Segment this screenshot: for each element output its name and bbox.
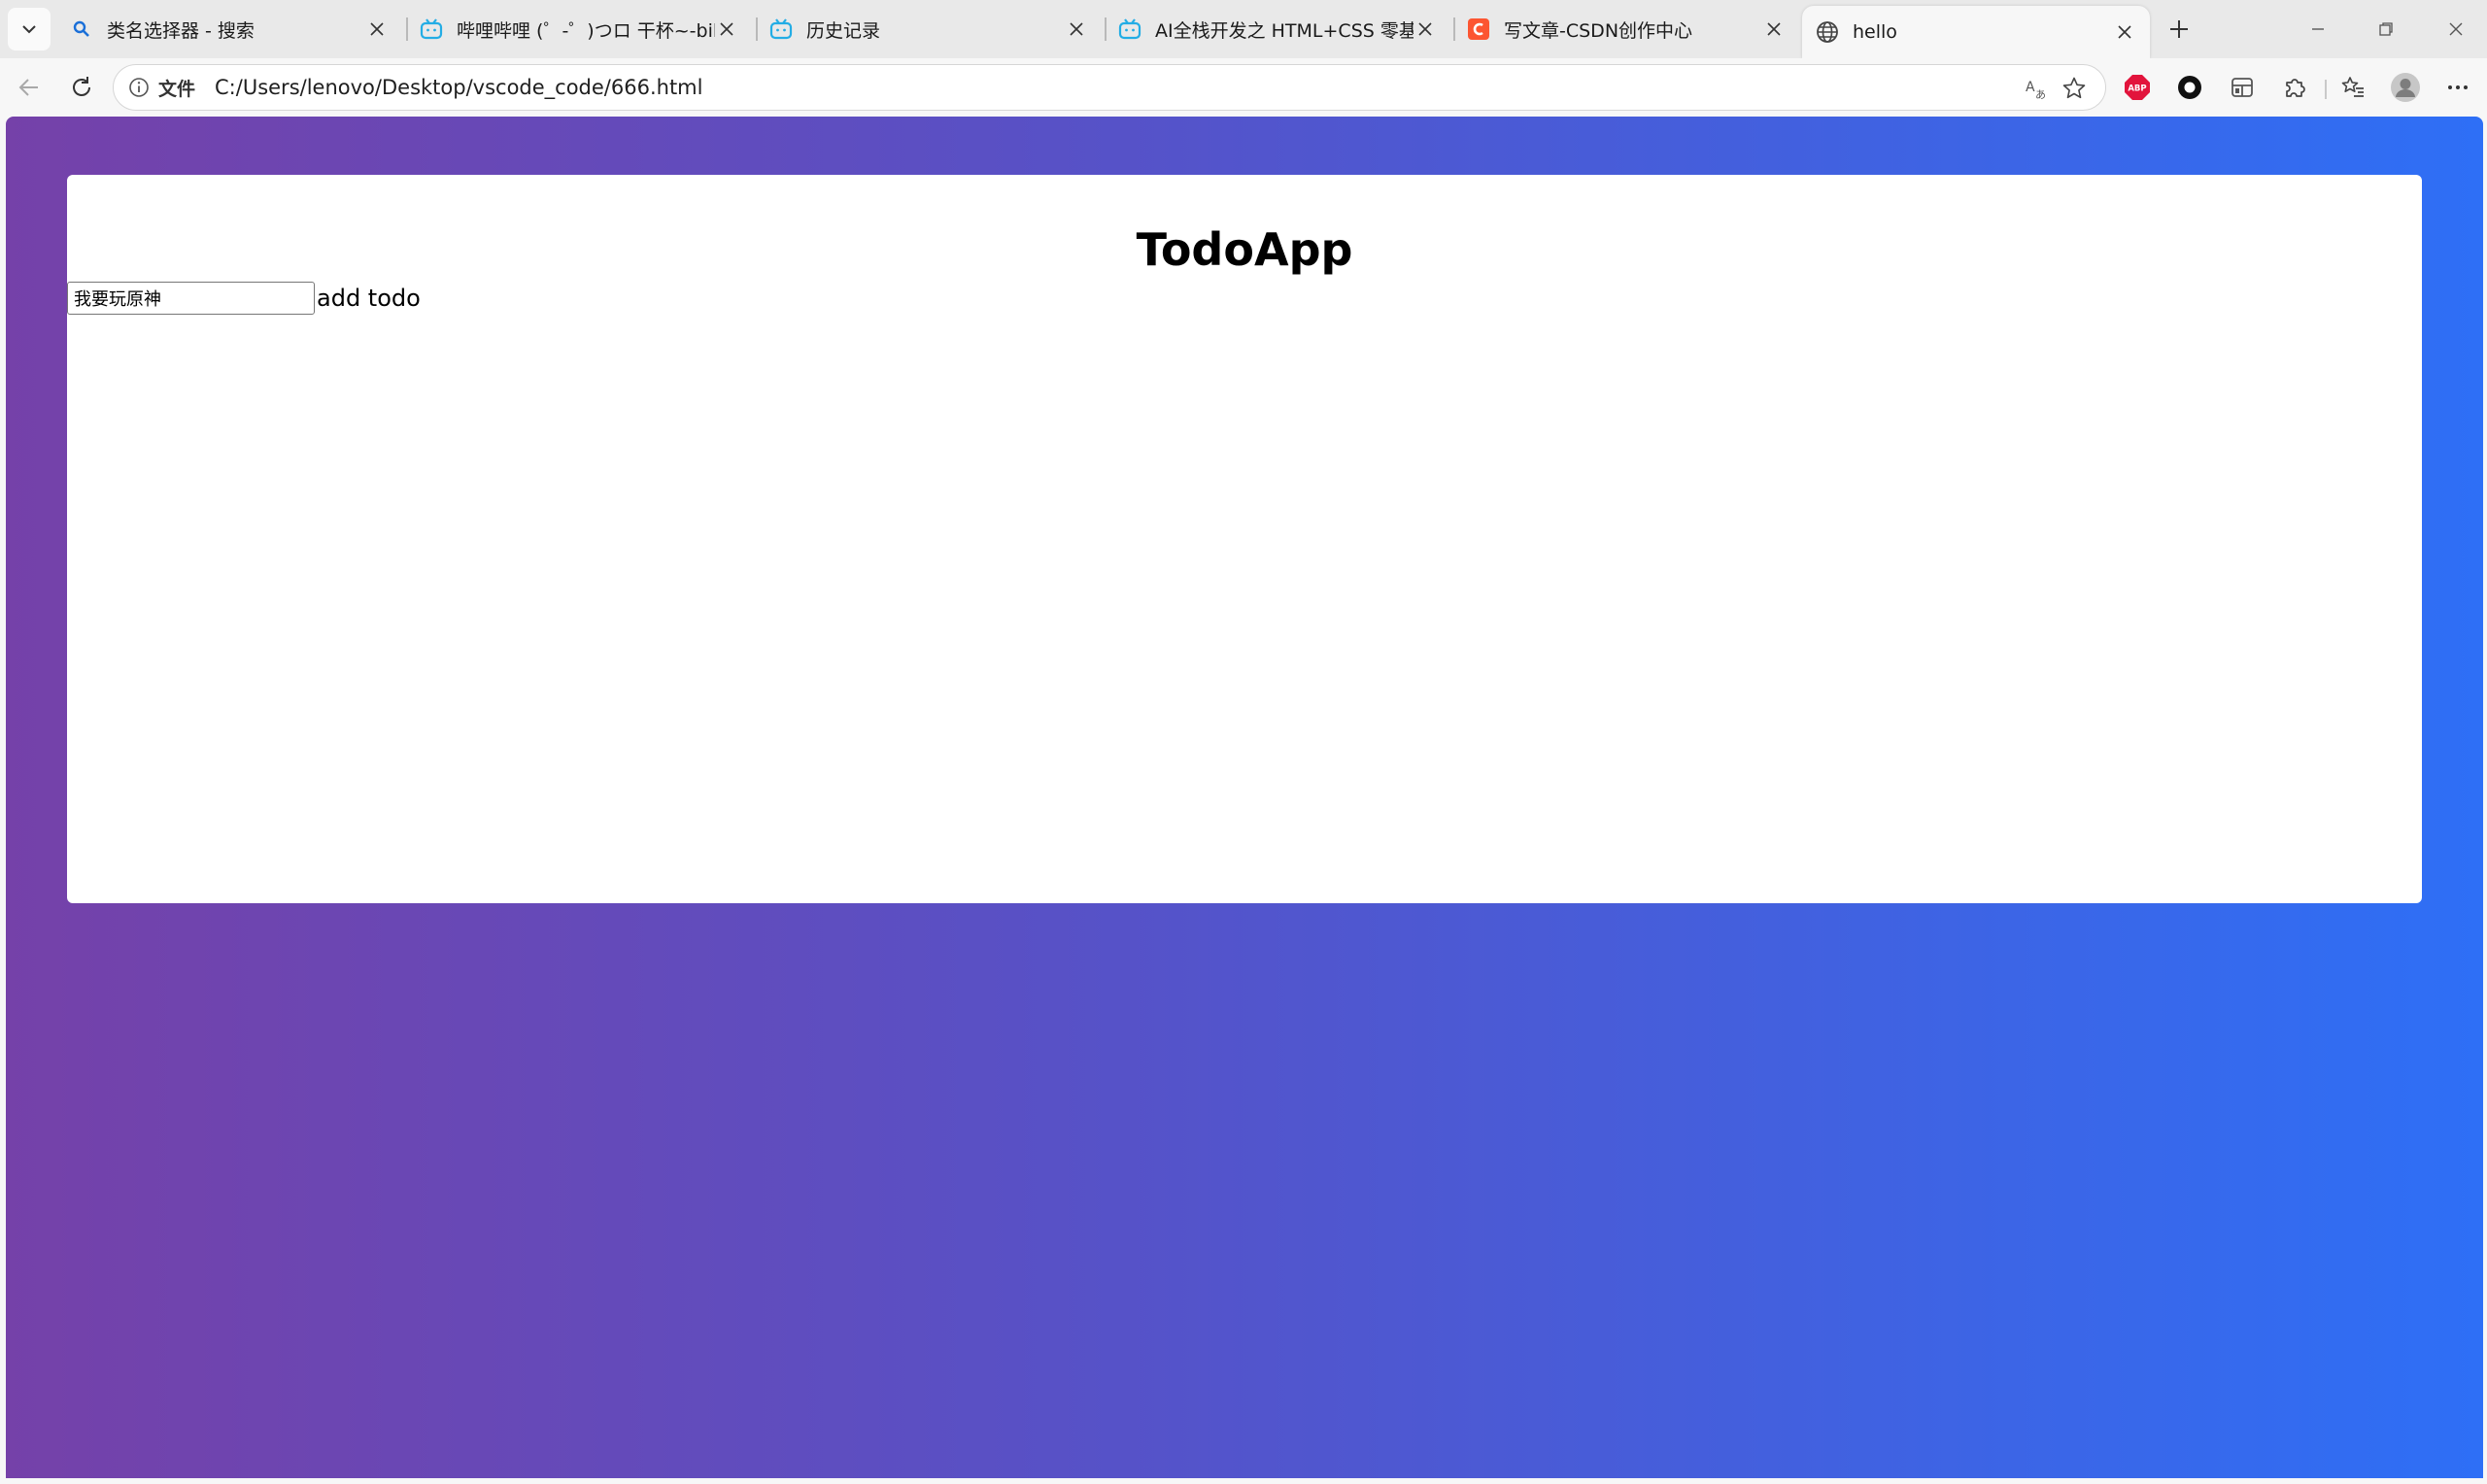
favorites-button[interactable] (2332, 66, 2374, 109)
avatar-icon (2391, 73, 2420, 102)
search-icon (70, 17, 93, 41)
arrow-left-icon (18, 79, 38, 96)
translate-icon[interactable]: Aあ (2024, 75, 2051, 102)
tab-title: 历史记录 (806, 19, 881, 42)
profile-button[interactable] (2384, 66, 2427, 109)
back-button[interactable] (8, 66, 51, 109)
extensions-button[interactable] (2273, 66, 2316, 109)
minimize-icon (2312, 28, 2324, 30)
toolbar-divider (2325, 80, 2327, 99)
more-options-button[interactable] (2436, 66, 2479, 109)
adblock-plus-button[interactable]: ABP (2116, 66, 2159, 109)
close-icon[interactable] (715, 17, 738, 41)
close-icon[interactable] (365, 17, 389, 41)
address-bar[interactable]: 文件 C:/Users/lenovo/Desktop/vscode_code/6… (113, 64, 2106, 111)
window-bottom-edge (0, 1478, 2487, 1484)
tab-hello[interactable]: hello (1802, 6, 2150, 58)
bilibili-icon (1118, 17, 1141, 41)
minimize-button[interactable] (2295, 8, 2341, 51)
todo-card: TodoApp add todo (67, 175, 2422, 903)
more-horizontal-icon (2448, 85, 2468, 89)
new-tab-button[interactable] (2160, 10, 2198, 49)
tab-history[interactable]: 历史记录 (756, 8, 1102, 51)
address-url[interactable]: C:/Users/lenovo/Desktop/vscode_code/666.… (215, 76, 702, 99)
tab-course[interactable]: AI全栈开发之 HTML+CSS 零基础入门 (1105, 8, 1450, 51)
plus-icon (2170, 20, 2188, 38)
add-todo-button[interactable]: add todo (315, 285, 423, 312)
tab-title: hello (1853, 21, 1897, 43)
tab-title: AI全栈开发之 HTML+CSS 零基础入门 (1155, 19, 1414, 42)
page-title: TodoApp (1136, 223, 1353, 276)
reload-icon (73, 77, 90, 96)
info-icon[interactable] (127, 76, 151, 99)
close-window-button[interactable] (2433, 8, 2479, 51)
tab-title: 哔哩哔哩 (゜-゜)つロ 干杯~-bilibili (457, 19, 715, 42)
bilibili-icon (769, 17, 793, 41)
toolbar: 文件 C:/Users/lenovo/Desktop/vscode_code/6… (0, 58, 2487, 117)
svg-text:ABP: ABP (2128, 84, 2146, 94)
close-icon[interactable] (1065, 17, 1088, 41)
tab-title: 写文章-CSDN创作中心 (1504, 19, 1693, 42)
close-icon[interactable] (2113, 20, 2136, 44)
reload-button[interactable] (60, 66, 103, 109)
todo-form: add todo (67, 282, 423, 315)
globe-icon (1816, 20, 1839, 44)
tab-list-button[interactable] (8, 8, 51, 51)
puzzle-icon (2286, 79, 2305, 97)
extension-box-button[interactable] (2221, 66, 2264, 109)
tab-csdn[interactable]: 写文章-CSDN创作中心 (1453, 8, 1799, 51)
tab-bilibili-home[interactable]: 哔哩哔哩 (゜-゜)つロ 干杯~-bilibili (406, 8, 752, 51)
todo-input[interactable] (67, 282, 315, 315)
csdn-icon (1467, 17, 1490, 41)
extension-circle-button[interactable] (2168, 66, 2211, 109)
favorite-star-icon[interactable] (2061, 75, 2088, 102)
svg-text:あ: あ (2035, 88, 2046, 101)
browser-window: 类名选择器 - 搜索 哔哩哔哩 (゜-゜)つロ 干杯~-bilibili 历史记… (0, 0, 2487, 1484)
tab-title: 类名选择器 - 搜索 (107, 19, 255, 42)
restore-button[interactable] (2363, 8, 2409, 51)
tab-strip: 类名选择器 - 搜索 哔哩哔哩 (゜-゜)つロ 干杯~-bilibili 历史记… (0, 0, 2487, 58)
close-icon (2449, 22, 2463, 36)
bilibili-icon (420, 17, 443, 41)
close-icon[interactable] (1414, 17, 1437, 41)
tab-search[interactable]: 类名选择器 - 搜索 (56, 8, 402, 51)
record-circle-icon (2178, 76, 2201, 99)
favorites-list-icon (2341, 77, 2364, 97)
restore-icon (2379, 22, 2393, 36)
chevron-down-icon (22, 25, 36, 34)
extension-box-icon (2231, 78, 2253, 97)
adblock-plus-icon: ABP (2125, 75, 2150, 100)
svg-text:A: A (2026, 80, 2035, 95)
page-viewport: TodoApp add todo (6, 117, 2483, 1478)
close-icon[interactable] (1762, 17, 1786, 41)
address-scheme-label: 文件 (158, 78, 196, 100)
